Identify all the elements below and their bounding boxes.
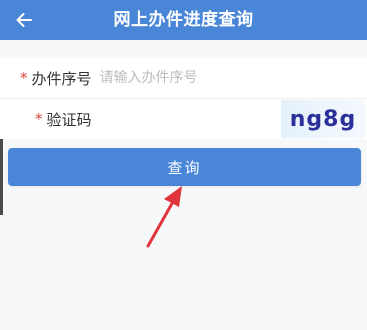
- case-number-label: 办件序号: [31, 69, 92, 88]
- query-form: * 办件序号 * 验证码 ng8g: [0, 58, 367, 139]
- case-number-input[interactable]: [99, 70, 280, 86]
- captcha-label-group: * 验证码: [0, 109, 92, 130]
- app-header: 网上办件进度查询: [0, 0, 367, 40]
- case-number-label-group: * 办件序号: [0, 68, 92, 89]
- query-button[interactable]: 查询: [8, 148, 361, 186]
- query-button-label: 查询: [167, 158, 202, 177]
- captcha-code: ng8g: [289, 106, 357, 132]
- required-mark: *: [20, 69, 28, 87]
- captcha-row: * 验证码 ng8g: [0, 99, 367, 139]
- captcha-image[interactable]: ng8g: [281, 100, 365, 138]
- page-title: 网上办件进度查询: [113, 10, 254, 30]
- captcha-label: 验证码: [46, 110, 92, 129]
- captcha-input[interactable]: [99, 111, 210, 127]
- case-number-row: * 办件序号: [0, 58, 367, 99]
- required-mark: *: [35, 110, 43, 128]
